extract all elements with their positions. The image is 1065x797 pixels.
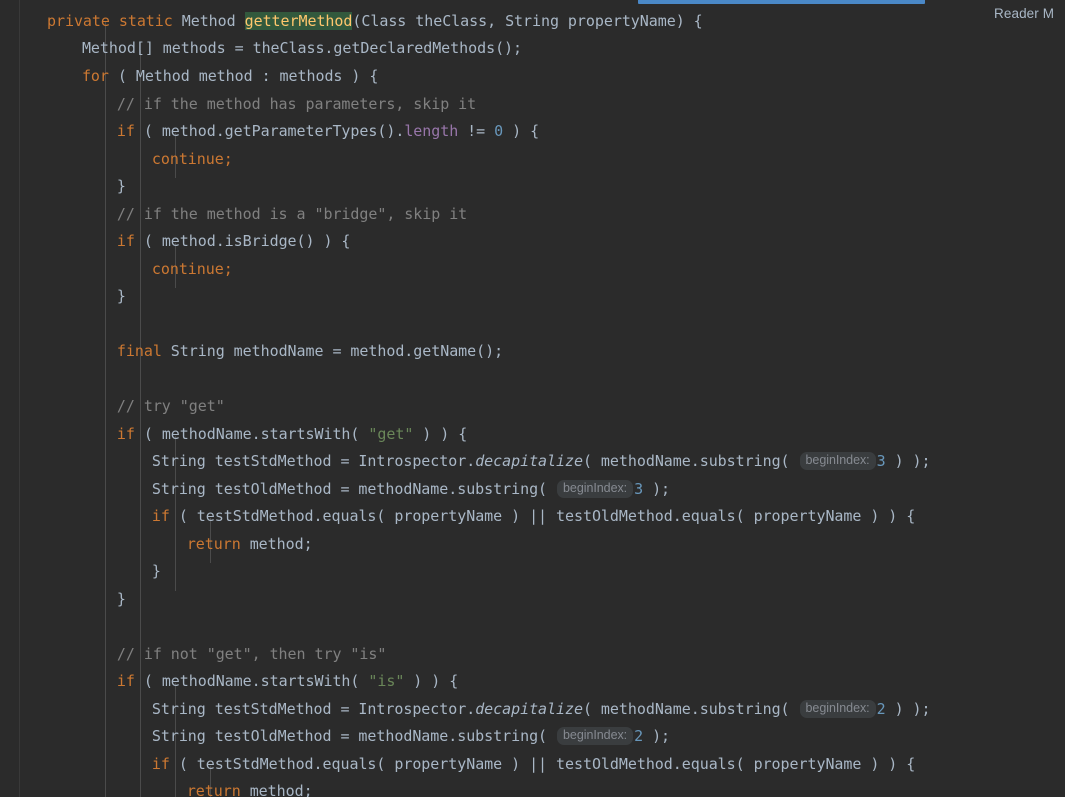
code-token-plain: ( methodName.substring( [582,452,799,470]
inlay-parameter-hint[interactable]: beginIndex: [557,727,634,745]
code-token-plain: String testStdMethod = Introspector. [151,700,476,718]
code-token-plain: ( method.getParameterTypes(). [134,122,405,140]
code-token-number: 3 [634,480,644,498]
code-token-string: "is" [368,672,405,690]
code-line: } [21,558,161,586]
code-token-plain: ); [643,480,671,498]
code-token-plain: method; [240,782,313,797]
code-token-plain: (Class theClass, String propertyName) { [352,12,703,30]
code-token-plain: ) ) { [404,672,459,690]
code-line: return method; [21,778,313,797]
code-line: for ( Method method : methods ) { [21,63,378,91]
code-token-plain: != [458,122,495,140]
code-text-area[interactable]: private static Method getterMethod(Class… [21,0,1065,797]
code-token-comment: // if not "get", then try "is" [116,645,387,663]
code-token-comment: // try "get" [116,397,225,415]
code-token-field: length [404,122,459,140]
inlay-parameter-hint[interactable]: beginIndex: [557,480,634,498]
code-token-plain: String testStdMethod = Introspector. [151,452,476,470]
code-token-keyword: if [116,232,135,250]
code-token-keyword: for [81,67,109,85]
code-line: if ( method.isBridge() ) { [21,228,351,256]
code-line: continue; [21,256,233,284]
code-token-plain: ); [643,727,671,745]
code-token-plain: ) { [503,122,540,140]
code-token-keyword: private [47,12,110,30]
code-token-plain: } [116,177,126,195]
code-line: String testStdMethod = Introspector.deca… [21,696,931,724]
code-line: if ( testStdMethod.equals( propertyName … [21,751,915,779]
code-token-keyword: return [186,535,241,553]
code-token-keyword: continue [151,260,224,278]
code-token-plain: String methodName = method.getName(); [161,342,504,360]
code-token-plain: ( methodName.substring( [582,700,799,718]
code-token-plain: ( method.isBridge() ) { [134,232,351,250]
code-token-keyword: static [118,12,173,30]
code-token-semi: ; [223,260,233,278]
code-token-plain: String testOldMethod = methodName.substr… [151,480,557,498]
inlay-parameter-hint[interactable]: beginIndex: [799,700,876,718]
code-token-plain: ( testStdMethod.equals( propertyName ) |… [169,507,916,525]
code-token-comment: // if the method has parameters, skip it [116,95,477,113]
code-line: private static Method getterMethod(Class… [21,8,703,36]
code-token-string: "get" [368,425,414,443]
inlay-parameter-hint[interactable]: beginIndex: [799,452,876,470]
code-token-plain: ( testStdMethod.equals( propertyName ) |… [169,755,916,773]
code-line: // if the method is a "bridge", skip it [21,201,467,229]
editor-gutter[interactable] [0,0,20,797]
code-token-plain: String testOldMethod = methodName.substr… [151,727,557,745]
code-token-plain: ( methodName.startsWith( [134,672,369,690]
progress-bar [638,0,925,4]
reader-mode-label[interactable]: Reader M [994,6,1054,21]
code-token-plain: method; [240,535,313,553]
code-token-keyword: if [151,755,170,773]
code-line: } [21,173,126,201]
code-line: final String methodName = method.getName… [21,338,503,366]
code-editor[interactable]: private static Method getterMethod(Class… [0,0,1065,797]
code-token-plain: Method [172,12,245,30]
code-token-comment: // if the method is a "bridge", skip it [116,205,468,223]
code-line: if ( testStdMethod.equals( propertyName … [21,503,915,531]
code-token-number: 0 [494,122,504,140]
code-token-keyword: final [116,342,162,360]
code-line: String testStdMethod = Introspector.deca… [21,448,931,476]
code-token-plain: ) ); [885,452,931,470]
code-line: if ( methodName.startsWith( "is" ) ) { [21,668,458,696]
code-token-keyword: if [116,122,135,140]
code-token-plain: Method[] methods = theClass.getDeclaredM… [81,39,523,57]
code-line: Method[] methods = theClass.getDeclaredM… [21,35,522,63]
code-token-number: 2 [634,727,644,745]
code-line: // if the method has parameters, skip it [21,91,476,119]
code-line: String testOldMethod = methodName.substr… [21,723,670,751]
code-token-keyword: if [151,507,170,525]
code-token-number: 3 [876,452,886,470]
code-token-semi: ; [223,150,233,168]
code-line: } [21,283,126,311]
code-line: String testOldMethod = methodName.substr… [21,476,670,504]
code-token-plain: ) ) { [413,425,468,443]
code-line: if ( methodName.startsWith( "get" ) ) { [21,421,467,449]
code-token-static: decapitalize [475,452,583,470]
code-line: return method; [21,531,313,559]
code-token-plain: ( Method method : methods ) { [108,67,379,85]
code-token-plain: } [151,562,161,580]
code-token-static: decapitalize [475,700,583,718]
code-token-highlight[interactable]: getterMethod [244,12,352,30]
code-token-plain: ) ); [885,700,931,718]
code-token-keyword: return [186,782,241,797]
code-token-plain: ( methodName.startsWith( [134,425,369,443]
code-token-plain: } [116,287,126,305]
code-token-keyword: if [116,672,135,690]
code-token-keyword: continue [151,150,224,168]
code-token-keyword: if [116,425,135,443]
code-token-number: 2 [876,700,886,718]
code-line: // try "get" [21,393,225,421]
code-line: continue; [21,146,233,174]
code-token-plain: } [116,590,126,608]
code-line: if ( method.getParameterTypes().length !… [21,118,539,146]
code-line: } [21,586,126,614]
code-line: // if not "get", then try "is" [21,641,386,669]
